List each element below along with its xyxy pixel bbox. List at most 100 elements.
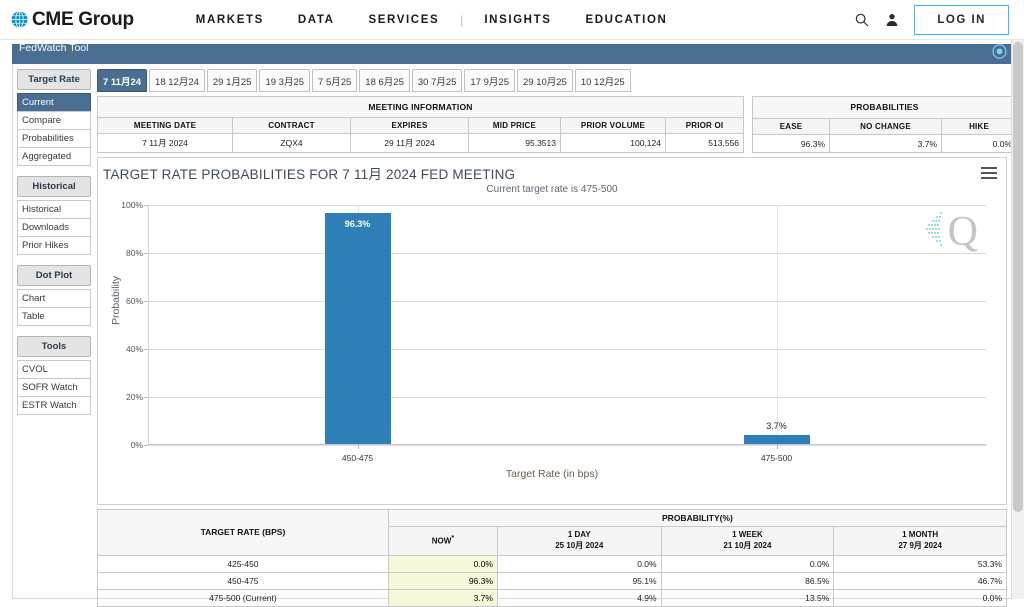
row-2-week: 13.5% — [661, 589, 834, 606]
meeting-information-table: MEETING INFORMATION MEETING DATE CONTRAC… — [97, 96, 744, 153]
y-tick-label: 20% — [126, 392, 143, 402]
chart-bar[interactable]: 96.3%450-475 — [325, 213, 391, 444]
th-1-week-date: 21 10月 2024 — [723, 541, 771, 550]
th-1-month-date: 27 9月 2024 — [898, 541, 942, 550]
th-now: NOW* — [388, 527, 497, 556]
row-0-month: 53.3% — [834, 555, 1007, 572]
sidebar-item-estr-watch[interactable]: ESTR Watch — [17, 396, 91, 415]
cell-prior-volume: 100,124 — [561, 134, 666, 153]
user-icon[interactable] — [884, 12, 900, 28]
x-tick-label: 450-475 — [342, 453, 373, 463]
sidebar-item-sofr-watch[interactable]: SOFR Watch — [17, 378, 91, 397]
chart-bar-value-label: 3.7% — [744, 421, 810, 431]
th-probability-pct: PROBABILITY(%) — [388, 510, 1006, 527]
date-tab-3[interactable]: 19 3月25 — [259, 69, 310, 92]
th-1-week-title: 1 WEEK — [732, 530, 763, 539]
chart-gridline — [148, 445, 986, 446]
hamburger-menu-icon[interactable] — [981, 167, 997, 180]
chart-x-axis-label: Target Rate (in bps) — [98, 468, 1006, 480]
sidebar-item-cvol[interactable]: CVOL — [17, 360, 91, 379]
target-rate-probabilities-chart: TARGET RATE PROBABILITIES FOR 7 11月 2024… — [97, 157, 1007, 505]
row-2-month: 0.0% — [834, 589, 1007, 606]
row-2-now: 3.7% — [388, 589, 497, 606]
date-tab-5[interactable]: 18 6月25 — [359, 69, 410, 92]
nav-markets[interactable]: MARKETS — [179, 14, 281, 26]
date-tab-6[interactable]: 30 7月25 — [412, 69, 463, 92]
date-tab-1[interactable]: 18 12月24 — [149, 69, 205, 92]
probabilities-header: PROBABILITIES — [753, 97, 1017, 119]
nav-education[interactable]: EDUCATION — [569, 14, 685, 26]
cme-group-logo[interactable]: CME Group — [11, 9, 134, 31]
site-header: CME Group MARKETS DATA SERVICES | INSIGH… — [0, 0, 1024, 40]
chart-bar[interactable]: 3.7%475-500 — [744, 435, 810, 444]
sidebar-item-compare[interactable]: Compare — [17, 111, 91, 130]
date-tab-2[interactable]: 29 1月25 — [207, 69, 258, 92]
th-1-day-date: 25 10月 2024 — [555, 541, 603, 550]
sidebar-group-historical: Historical — [17, 176, 91, 197]
nav-insights[interactable]: INSIGHTS — [467, 14, 568, 26]
sidebar-item-current[interactable]: Current — [17, 93, 91, 112]
sidebar-gap-1 — [17, 165, 91, 176]
chart-plot-area: 0%20%40%60%80%100%96.3%450-4753.7%475-50… — [148, 205, 986, 445]
fedwatch-tool-title: FedWatch Tool — [19, 44, 88, 54]
date-tab-7[interactable]: 17 9月25 — [464, 69, 515, 92]
th-now-asterisk: * — [451, 535, 454, 542]
chart-bar-rect — [744, 435, 810, 444]
col-no-change: NO CHANGE — [830, 118, 942, 135]
page-scrollbar[interactable] — [1011, 40, 1024, 599]
row-2-day: 4.9% — [497, 589, 661, 606]
sidebar-item-prior-hikes[interactable]: Prior Hikes — [17, 236, 91, 255]
x-tick-mark — [777, 444, 778, 449]
cell-no-change: 3.7% — [830, 135, 942, 153]
nav-separator: | — [456, 13, 467, 27]
y-tick-mark — [144, 349, 148, 350]
table-row: 475-500 (Current) 3.7% 4.9% 13.5% 0.0% — [98, 589, 1007, 606]
date-tab-9[interactable]: 10 12月25 — [575, 69, 631, 92]
cme-swirl-icon: ⦿ — [992, 46, 1006, 62]
row-1-day: 95.1% — [497, 572, 661, 589]
y-tick-mark — [144, 397, 148, 398]
sidebar-group-dot-plot: Dot Plot — [17, 265, 91, 286]
y-tick-label: 80% — [126, 248, 143, 258]
date-tab-0[interactable]: 7 11月24 — [97, 69, 147, 92]
sidebar-item-probabilities[interactable]: Probabilities — [17, 129, 91, 148]
th-1-month-title: 1 MONTH — [902, 530, 938, 539]
info-tables-row: MEETING INFORMATION MEETING DATE CONTRAC… — [93, 92, 1011, 153]
sidebar-gap-2 — [17, 254, 91, 265]
sidebar-item-chart[interactable]: Chart — [17, 289, 91, 308]
content-area: 7 11月24 18 12月24 29 1月25 19 3月25 7 5月25 … — [93, 66, 1011, 607]
sidebar-item-downloads[interactable]: Downloads — [17, 218, 91, 237]
header-actions: LOG IN — [854, 5, 1009, 35]
sidebar-item-historical[interactable]: Historical — [17, 200, 91, 219]
row-1-label: 450-475 — [98, 572, 389, 589]
sidebar-item-aggregated[interactable]: Aggregated — [17, 147, 91, 166]
chart-bar-value-label: 96.3% — [325, 219, 391, 229]
probability-table-wrap: TARGET RATE (BPS) PROBABILITY(%) NOW* 1 … — [97, 509, 1007, 607]
sidebar-item-table[interactable]: Table — [17, 307, 91, 326]
search-icon[interactable] — [854, 12, 870, 28]
th-1-day-title: 1 DAY — [568, 530, 591, 539]
row-1-month: 46.7% — [834, 572, 1007, 589]
app-body: Target Rate Current Compare Probabilitie… — [12, 64, 1012, 599]
row-0-label: 425-450 — [98, 555, 389, 572]
col-ease: EASE — [753, 118, 830, 135]
th-1-day: 1 DAY 25 10月 2024 — [497, 527, 661, 556]
y-tick-label: 100% — [121, 200, 143, 210]
col-contract: CONTRACT — [233, 118, 351, 134]
nav-data[interactable]: DATA — [281, 14, 352, 26]
y-tick-label: 60% — [126, 296, 143, 306]
chart-category-gridline — [777, 205, 778, 445]
main-nav: MARKETS DATA SERVICES | INSIGHTS EDUCATI… — [179, 13, 685, 27]
x-tick-mark — [358, 444, 359, 449]
row-2-label: 475-500 (Current) — [98, 589, 389, 606]
scrollbar-thumb[interactable] — [1013, 42, 1023, 512]
row-0-week: 0.0% — [661, 555, 834, 572]
date-tab-4[interactable]: 7 5月25 — [312, 69, 357, 92]
date-tab-8[interactable]: 29 10月25 — [517, 69, 573, 92]
nav-services[interactable]: SERVICES — [352, 14, 457, 26]
logo-text: CME Group — [32, 9, 134, 31]
col-expires: EXPIRES — [351, 118, 469, 134]
col-hike: HIKE — [942, 118, 1017, 135]
row-0-now: 0.0% — [388, 555, 497, 572]
log-in-button[interactable]: LOG IN — [914, 5, 1009, 35]
